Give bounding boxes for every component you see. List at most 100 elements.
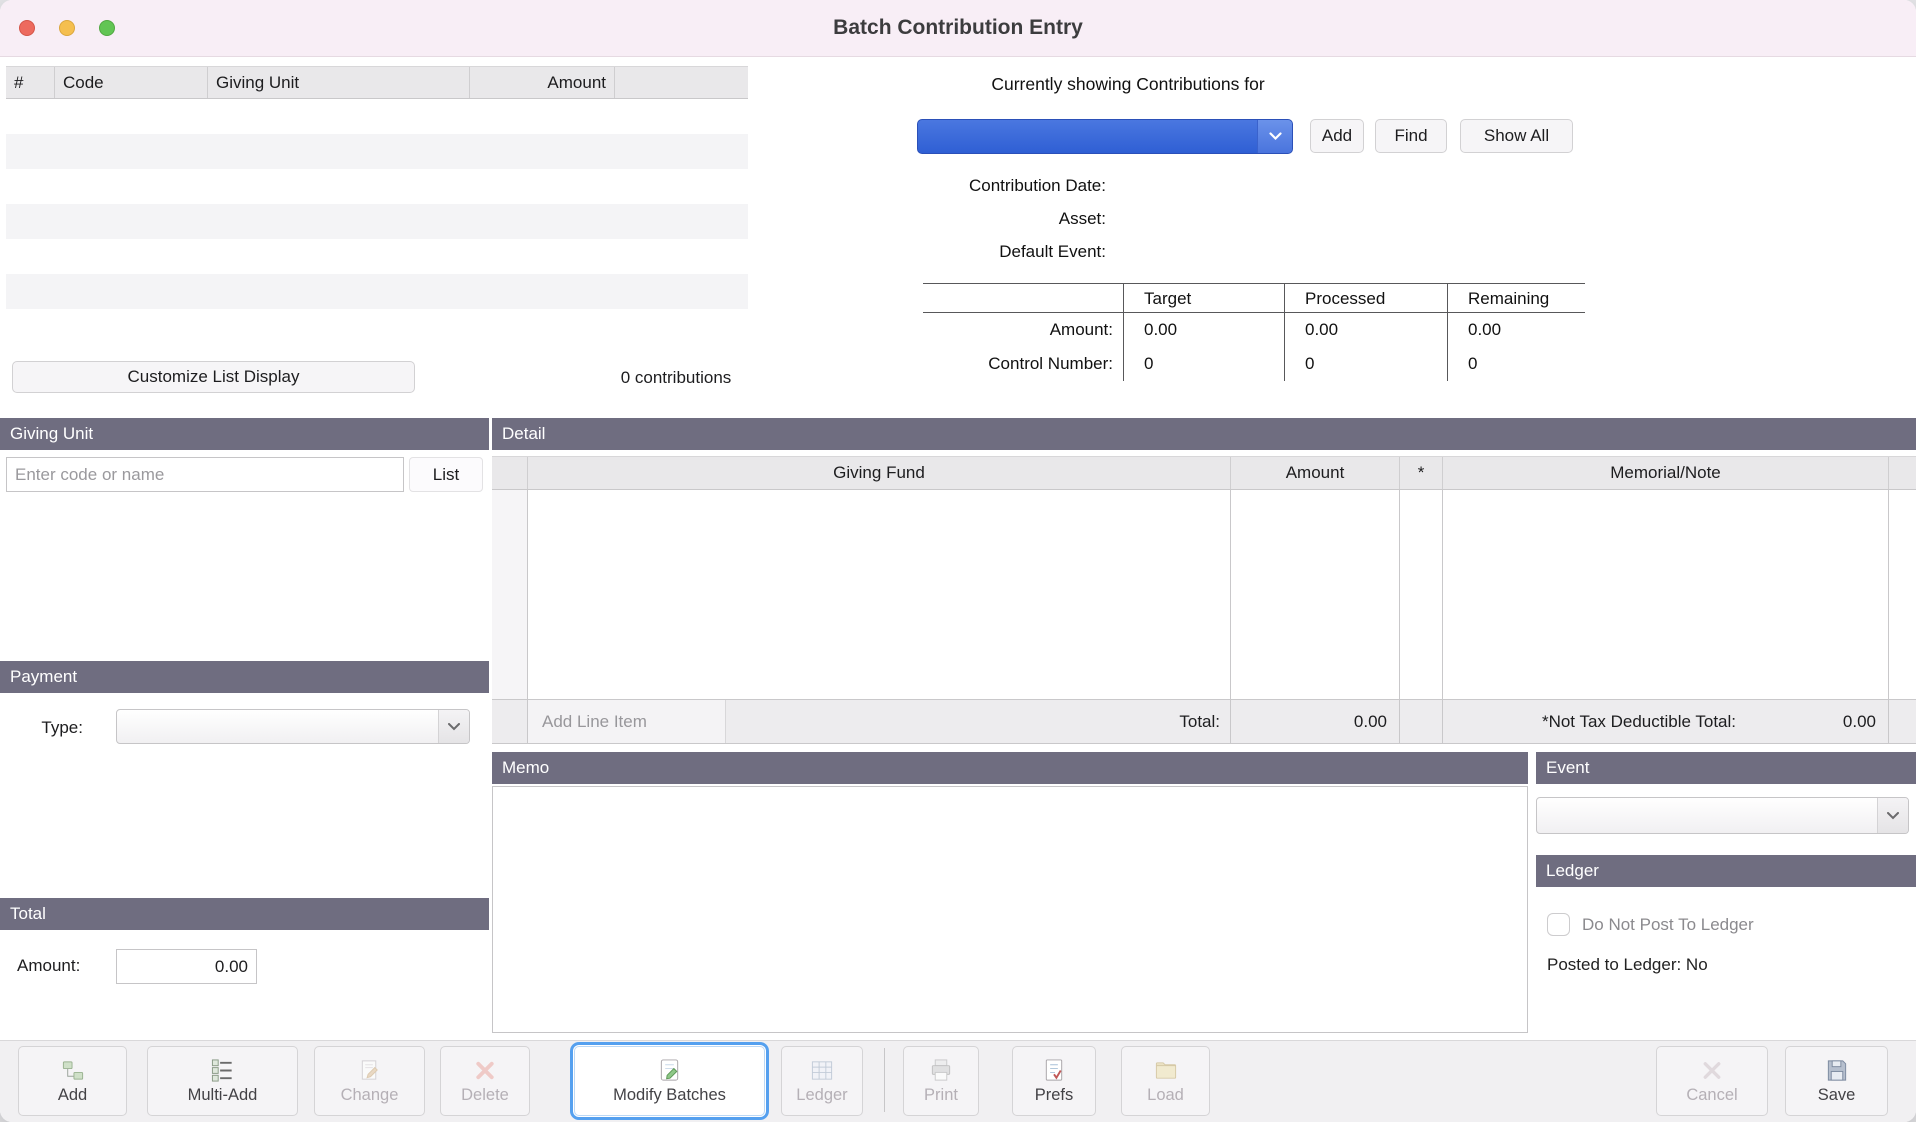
detail-body-giving-fund[interactable]	[528, 490, 1231, 699]
detail-footer-star	[1400, 700, 1443, 743]
add-record-icon	[60, 1058, 86, 1083]
multi-add-button[interactable]: Multi-Add	[147, 1046, 298, 1116]
multi-add-icon	[210, 1058, 236, 1083]
summary-amount-target: 0.00	[1123, 313, 1284, 347]
detail-total-label: Total:	[726, 712, 1230, 732]
cancel-button[interactable]: Cancel	[1656, 1046, 1768, 1116]
detail-header-label: Detail	[502, 424, 545, 444]
cancel-icon	[1699, 1058, 1725, 1083]
do-not-post-checkbox[interactable]	[1547, 913, 1570, 936]
print-button[interactable]: Print	[903, 1046, 979, 1116]
contributions-table-header: # Code Giving Unit Amount	[6, 66, 748, 99]
contribution-date-label: Contribution Date:	[800, 176, 1106, 196]
summary-amount-label: Amount:	[923, 313, 1123, 347]
detail-body-scroll	[1889, 490, 1916, 699]
save-button[interactable]: Save	[1785, 1046, 1888, 1116]
add-batch-button[interactable]: Add	[1310, 119, 1364, 153]
detail-total-value: 0.00	[1231, 700, 1400, 743]
default-event-label: Default Event:	[800, 242, 1106, 262]
delete-icon	[472, 1058, 498, 1083]
add-button[interactable]: Add	[18, 1046, 127, 1116]
giving-unit-header-bar: Giving Unit	[0, 418, 489, 450]
detail-column-giving-fund[interactable]: Giving Fund	[528, 457, 1231, 489]
payment-type-label: Type:	[20, 718, 83, 738]
ntd-total-label: *Not Tax Deductible Total:	[1443, 712, 1736, 732]
memo-header-label: Memo	[502, 758, 549, 778]
customize-list-display-button[interactable]: Customize List Display	[12, 361, 415, 393]
contributions-table: # Code Giving Unit Amount	[6, 66, 748, 344]
total-header-bar: Total	[0, 898, 489, 930]
delete-button[interactable]: Delete	[440, 1046, 530, 1116]
batch-summary-table: Target Processed Remaining Amount: 0.00 …	[923, 283, 1585, 381]
summary-amount-processed: 0.00	[1284, 313, 1447, 347]
detail-body-gutter	[492, 490, 528, 699]
memo-header-bar: Memo	[492, 752, 1528, 784]
summary-control-target: 0	[1123, 347, 1284, 381]
show-all-button[interactable]: Show All	[1460, 119, 1573, 153]
find-batch-button[interactable]: Find	[1375, 119, 1447, 153]
summary-amount-remaining: 0.00	[1447, 313, 1585, 347]
load-button-label: Load	[1147, 1086, 1184, 1105]
memo-textarea[interactable]	[492, 786, 1528, 1033]
modify-batches-button[interactable]: Modify Batches	[574, 1046, 765, 1116]
detail-column-gutter	[492, 457, 528, 489]
batch-select[interactable]	[917, 119, 1293, 154]
table-row	[6, 169, 748, 204]
detail-column-star[interactable]: *	[1400, 457, 1443, 489]
payment-header-bar: Payment	[0, 661, 489, 693]
detail-table-footer: Add Line Item Total: 0.00 *Not Tax Deduc…	[492, 700, 1916, 744]
summary-header-remaining: Remaining	[1447, 283, 1585, 313]
detail-header-bar: Detail	[492, 418, 1916, 450]
multi-add-button-label: Multi-Add	[188, 1086, 258, 1105]
table-row	[6, 309, 748, 344]
detail-body-star[interactable]	[1400, 490, 1443, 699]
summary-control-processed: 0	[1284, 347, 1447, 381]
modify-batches-button-label: Modify Batches	[613, 1086, 726, 1105]
summary-header-blank	[923, 283, 1123, 313]
ledger-header-bar: Ledger	[1536, 855, 1916, 887]
detail-column-amount[interactable]: Amount	[1231, 457, 1400, 489]
load-button[interactable]: Load	[1121, 1046, 1210, 1116]
column-header-number[interactable]: #	[6, 67, 55, 98]
event-header-label: Event	[1546, 758, 1589, 778]
list-button[interactable]: List	[409, 457, 483, 492]
giving-unit-input[interactable]	[6, 457, 404, 492]
save-icon	[1824, 1058, 1850, 1083]
do-not-post-label: Do Not Post To Ledger	[1582, 915, 1754, 935]
window-title: Batch Contribution Entry	[833, 16, 1083, 40]
add-line-item-button[interactable]: Add Line Item	[528, 700, 726, 743]
detail-body-amount[interactable]	[1231, 490, 1400, 699]
contributions-table-body	[6, 99, 748, 344]
table-row	[6, 274, 748, 309]
table-row	[6, 99, 748, 134]
change-button[interactable]: Change	[314, 1046, 425, 1116]
column-header-blank	[615, 67, 748, 98]
chevron-down-icon	[438, 710, 469, 743]
window: Batch Contribution Entry # Code Giving U…	[0, 0, 1916, 1122]
change-button-label: Change	[341, 1086, 399, 1105]
table-row	[6, 134, 748, 169]
event-select[interactable]	[1536, 797, 1909, 834]
delete-button-label: Delete	[461, 1086, 509, 1105]
payment-type-select[interactable]	[116, 709, 470, 744]
column-header-amount[interactable]: Amount	[470, 67, 615, 98]
cancel-button-label: Cancel	[1686, 1086, 1737, 1105]
close-button[interactable]	[19, 20, 35, 36]
column-header-giving-unit[interactable]: Giving Unit	[208, 67, 470, 98]
minimize-button[interactable]	[59, 20, 75, 36]
zoom-button[interactable]	[99, 20, 115, 36]
ledger-button[interactable]: Ledger	[781, 1046, 863, 1116]
asset-label: Asset:	[800, 209, 1106, 229]
detail-footer-blank	[1889, 700, 1916, 743]
add-button-label: Add	[58, 1086, 87, 1105]
total-amount-input[interactable]	[116, 949, 257, 984]
detail-body-memorial[interactable]	[1443, 490, 1889, 699]
prefs-button[interactable]: Prefs	[1012, 1046, 1096, 1116]
total-header-label: Total	[10, 904, 46, 924]
contributions-count: 0 contributions	[476, 368, 876, 388]
summary-control-label: Control Number:	[923, 347, 1123, 381]
column-header-code[interactable]: Code	[55, 67, 208, 98]
detail-table-body	[492, 490, 1916, 700]
print-icon	[928, 1058, 954, 1083]
detail-column-memorial[interactable]: Memorial/Note	[1443, 457, 1889, 489]
